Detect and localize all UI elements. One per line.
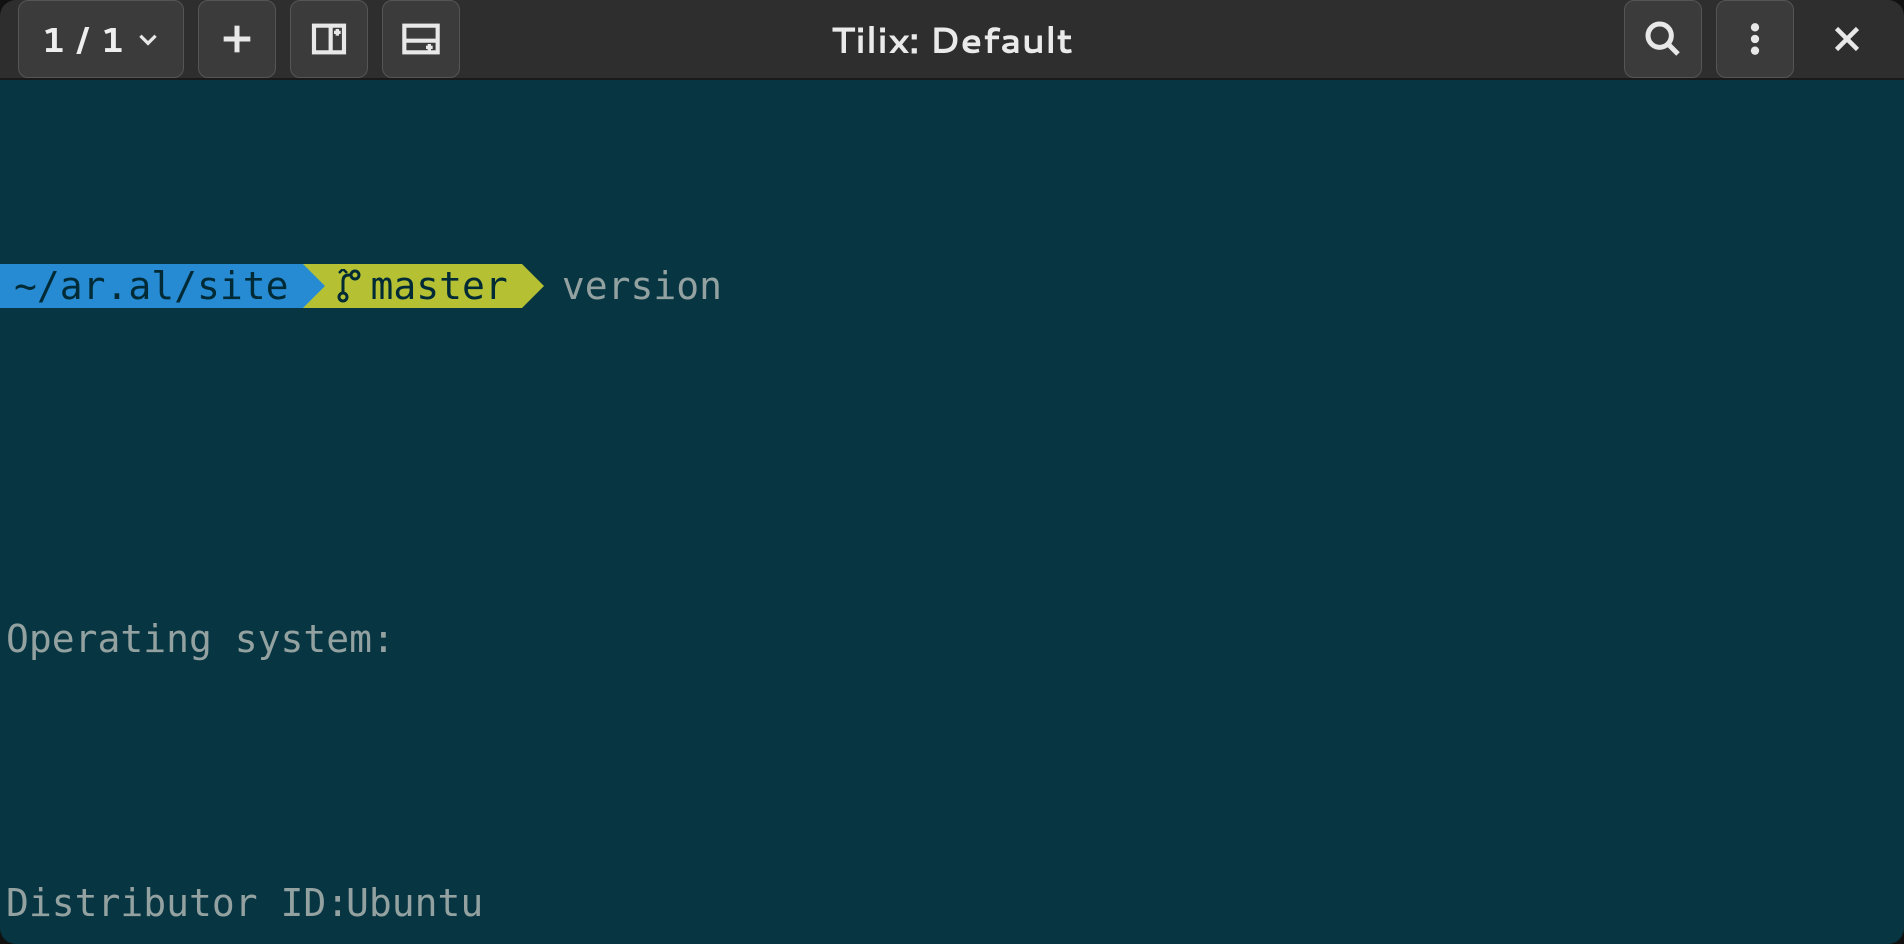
- output-line: Operating system:: [0, 617, 1904, 661]
- session-dropdown[interactable]: 1 / 1: [18, 0, 184, 78]
- kebab-icon: [1735, 19, 1775, 59]
- prompt-path-text: ~/ar.al/site: [14, 264, 289, 308]
- prompt-path-segment: ~/ar.al/site: [0, 264, 303, 308]
- prompt-line: ~/ar.al/site master version: [0, 264, 1904, 308]
- split-down-icon: [399, 19, 443, 59]
- header-left-group: 1 / 1: [18, 0, 460, 78]
- close-icon: [1829, 21, 1865, 57]
- new-tab-button[interactable]: [198, 0, 276, 78]
- prompt-branch-text: master: [371, 264, 508, 308]
- menu-button[interactable]: [1716, 0, 1794, 78]
- header-right-group: [1624, 0, 1886, 78]
- prompt-branch-segment: master: [303, 264, 522, 308]
- chevron-down-icon: [135, 26, 161, 52]
- split-right-button[interactable]: [290, 0, 368, 78]
- header-bar: 1 / 1: [0, 0, 1904, 80]
- terminal-pane[interactable]: ~/ar.al/site master version Operating sy…: [0, 80, 1904, 944]
- git-branch-icon: [337, 269, 361, 303]
- prompt-command: version: [522, 264, 722, 308]
- app-window: 1 / 1: [0, 0, 1904, 944]
- search-button[interactable]: [1624, 0, 1702, 78]
- split-right-icon: [309, 19, 349, 59]
- plus-icon: [217, 19, 257, 59]
- output-line: Distributor ID:Ubuntu: [0, 881, 1904, 925]
- split-down-button[interactable]: [382, 0, 460, 78]
- session-label: 1 / 1: [41, 15, 125, 63]
- close-button[interactable]: [1808, 0, 1886, 78]
- search-icon: [1643, 19, 1683, 59]
